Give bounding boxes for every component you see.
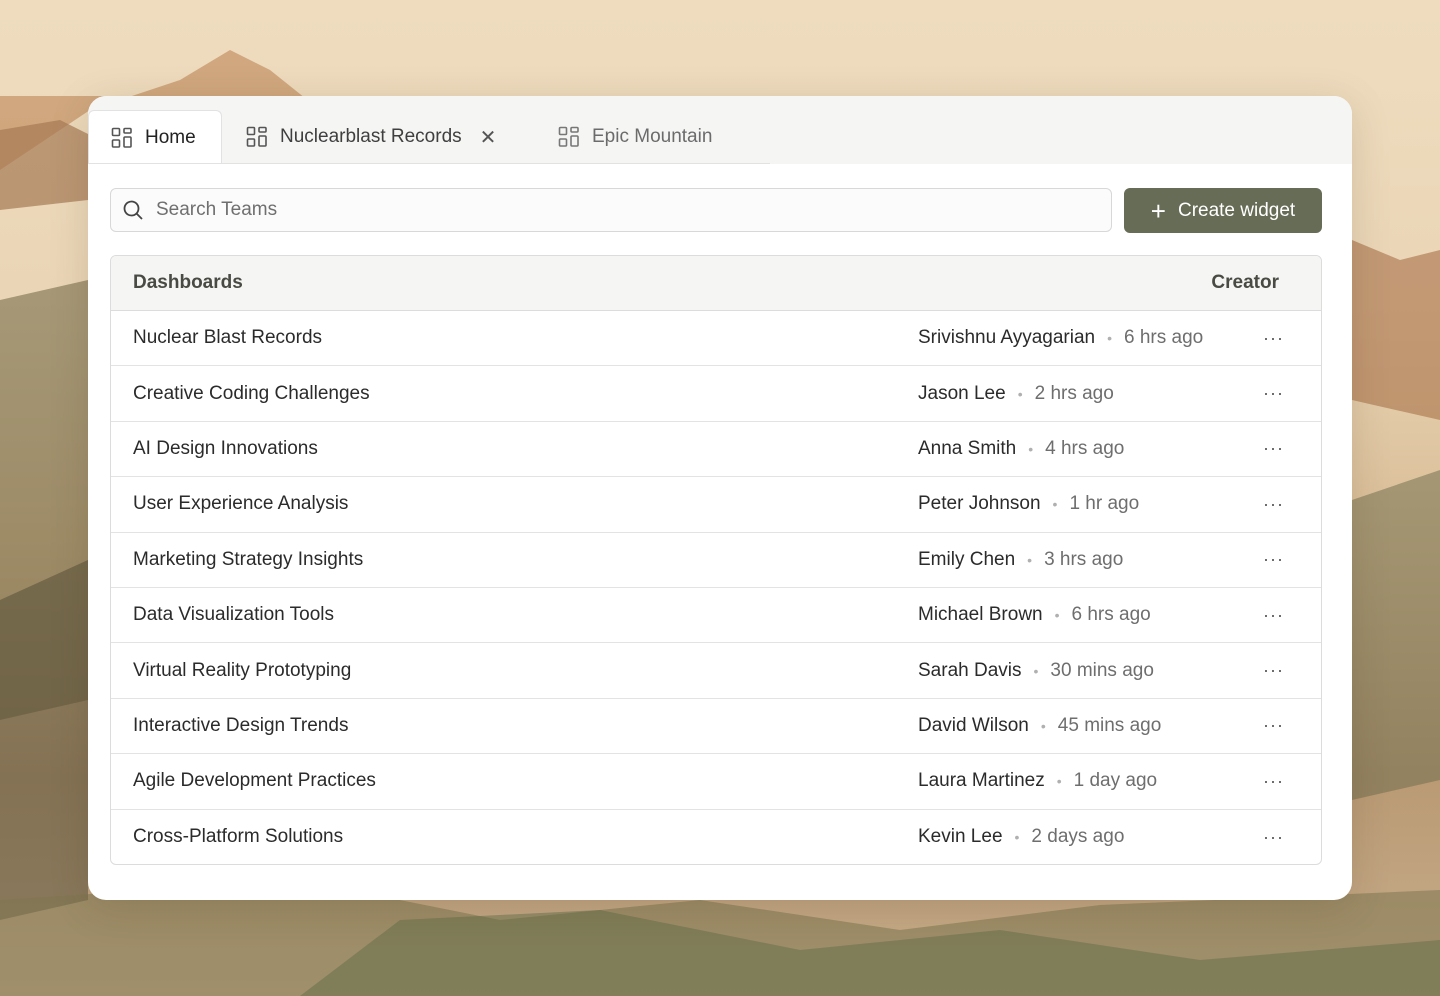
creator-meta: Srivishnu Ayyagarian • 6 hrs ago <box>918 327 1203 349</box>
updated-time: 1 day ago <box>1073 770 1158 792</box>
creator-meta: Jason Lee • 2 hrs ago <box>918 383 1114 405</box>
updated-time: 6 hrs ago <box>1124 327 1204 349</box>
more-horizontal-icon[interactable]: ··· <box>1263 660 1284 681</box>
dashboard-name[interactable]: User Experience Analysis <box>133 493 348 515</box>
tab-divider <box>88 163 770 164</box>
dashboard-name[interactable]: Data Visualization Tools <box>133 604 334 626</box>
separator-dot: • <box>1056 773 1062 790</box>
creator-name: David Wilson <box>918 714 1029 736</box>
table-header: Dashboards Creator <box>111 256 1321 311</box>
table-row[interactable]: Creative Coding Challenges Jason Lee • 2 hr… <box>111 366 1321 422</box>
separator-dot: • <box>1033 662 1039 679</box>
dashboard-name[interactable]: Virtual Reality Prototyping <box>133 660 351 682</box>
updated-time: 3 hrs ago <box>1044 548 1124 570</box>
dashboard-grid-icon <box>111 127 132 148</box>
separator-dot: • <box>1040 717 1046 734</box>
more-horizontal-icon[interactable]: ··· <box>1263 438 1284 459</box>
search-input[interactable] <box>154 198 1058 222</box>
updated-time: 4 hrs ago <box>1045 437 1125 459</box>
creator-name: Emily Chen <box>918 548 1016 570</box>
dashboard-grid-icon <box>558 126 579 147</box>
creator-name: Peter Johnson <box>918 493 1041 515</box>
dashboard-name[interactable]: Creative Coding Challenges <box>133 383 370 405</box>
creator-name: Sarah Davis <box>918 659 1022 681</box>
dashboard-name[interactable]: Agile Development Practices <box>133 770 376 792</box>
dashboard-name[interactable]: Marketing Strategy Insights <box>133 549 363 571</box>
creator-meta: Emily Chen • 3 hrs ago <box>918 549 1123 571</box>
create-widget-label: Create widget <box>1177 199 1296 221</box>
table-row[interactable]: Agile Development Practices Laura Martine… <box>111 754 1321 810</box>
separator-dot: • <box>1017 385 1023 402</box>
more-horizontal-icon[interactable]: ··· <box>1263 605 1284 626</box>
separator-dot: • <box>1054 607 1060 624</box>
more-horizontal-icon[interactable]: ··· <box>1263 715 1284 736</box>
creator-name: Anna Smith <box>918 437 1017 459</box>
table-row[interactable]: Virtual Reality Prototyping Sarah Davis • 3… <box>111 643 1321 699</box>
tab-home[interactable]: Home <box>88 110 222 164</box>
dashboard-name[interactable]: Interactive Design Trends <box>133 715 348 737</box>
search-bar[interactable] <box>110 188 1112 232</box>
creator-name: Laura Martinez <box>918 770 1045 792</box>
table-row[interactable]: Cross-Platform Solutions Kevin Lee • 2 days… <box>111 810 1321 864</box>
separator-dot: • <box>1107 330 1112 347</box>
dashboard-panel: Home Nuclearblast Records ✕ Epic Mountai… <box>88 96 1352 900</box>
more-horizontal-icon[interactable]: ··· <box>1263 827 1284 848</box>
tab-label: Epic Mountain <box>592 126 713 147</box>
dashboard-name[interactable]: Cross-Platform Solutions <box>133 826 343 848</box>
updated-time: 1 hr ago <box>1069 493 1140 515</box>
separator-dot: • <box>1052 496 1058 513</box>
more-horizontal-icon[interactable]: ··· <box>1263 771 1284 792</box>
creator-name: Jason Lee <box>918 382 1006 404</box>
table-row[interactable]: AI Design Innovations Anna Smith • 4 hrs ag… <box>111 422 1321 478</box>
tab-nuclearblast-records[interactable]: Nuclearblast Records ✕ <box>224 110 518 164</box>
updated-time: 6 hrs ago <box>1071 604 1151 626</box>
tab-bar: Home Nuclearblast Records ✕ Epic Mountai… <box>88 96 1352 164</box>
dashboards-table: Dashboards Creator Nuclear Blast Records… <box>110 255 1322 865</box>
separator-dot: • <box>1014 829 1020 846</box>
creator-name: Kevin Lee <box>918 826 1003 848</box>
more-horizontal-icon[interactable]: ··· <box>1263 383 1284 404</box>
dashboard-grid-icon <box>246 126 267 147</box>
tab-epic-mountain[interactable]: Epic Mountain <box>536 110 734 164</box>
column-header-creator: Creator <box>1211 272 1279 293</box>
updated-time: 2 hrs ago <box>1034 382 1114 404</box>
tab-label: Nuclearblast Records <box>280 126 462 147</box>
updated-time: 45 mins ago <box>1057 714 1162 736</box>
plus-icon: + <box>1150 195 1166 226</box>
creator-name: Srivishnu Ayyagarian <box>918 327 1096 349</box>
creator-name: Michael Brown <box>918 604 1043 626</box>
updated-time: 2 days ago <box>1031 826 1125 848</box>
creator-meta: Kevin Lee • 2 days ago <box>918 826 1124 848</box>
search-icon <box>123 200 143 220</box>
creator-meta: Sarah Davis • 30 mins ago <box>918 660 1154 682</box>
separator-dot: • <box>1028 440 1034 457</box>
more-horizontal-icon[interactable]: ··· <box>1263 549 1284 570</box>
updated-time: 30 mins ago <box>1050 659 1154 681</box>
more-horizontal-icon[interactable]: ··· <box>1263 328 1284 349</box>
dashboard-name[interactable]: AI Design Innovations <box>133 438 318 460</box>
more-horizontal-icon[interactable]: ··· <box>1263 494 1284 515</box>
creator-meta: David Wilson • 45 mins ago <box>918 715 1161 737</box>
creator-meta: Laura Martinez • 1 day ago <box>918 770 1157 792</box>
separator-dot: • <box>1027 551 1033 568</box>
table-row[interactable]: Data Visualization Tools Michael Brown • 6 … <box>111 588 1321 644</box>
create-widget-button[interactable]: + Create widget <box>1124 188 1322 233</box>
table-row[interactable]: Interactive Design Trends David Wilson • 45… <box>111 699 1321 755</box>
creator-meta: Anna Smith • 4 hrs ago <box>918 438 1124 460</box>
table-row[interactable]: Nuclear Blast Records Srivishnu Ayyagaria… <box>111 311 1321 367</box>
creator-meta: Peter Johnson • 1 hr ago <box>918 493 1139 515</box>
column-header-dashboards: Dashboards <box>133 272 243 293</box>
creator-meta: Michael Brown • 6 hrs ago <box>918 604 1151 626</box>
close-icon[interactable]: ✕ <box>480 125 497 150</box>
tab-label: Home <box>145 126 196 148</box>
table-row[interactable]: User Experience Analysis Peter Johnson • 1 … <box>111 477 1321 533</box>
table-row[interactable]: Marketing Strategy Insights Emily Chen • 3 … <box>111 533 1321 588</box>
dashboard-name[interactable]: Nuclear Blast Records <box>133 327 322 349</box>
